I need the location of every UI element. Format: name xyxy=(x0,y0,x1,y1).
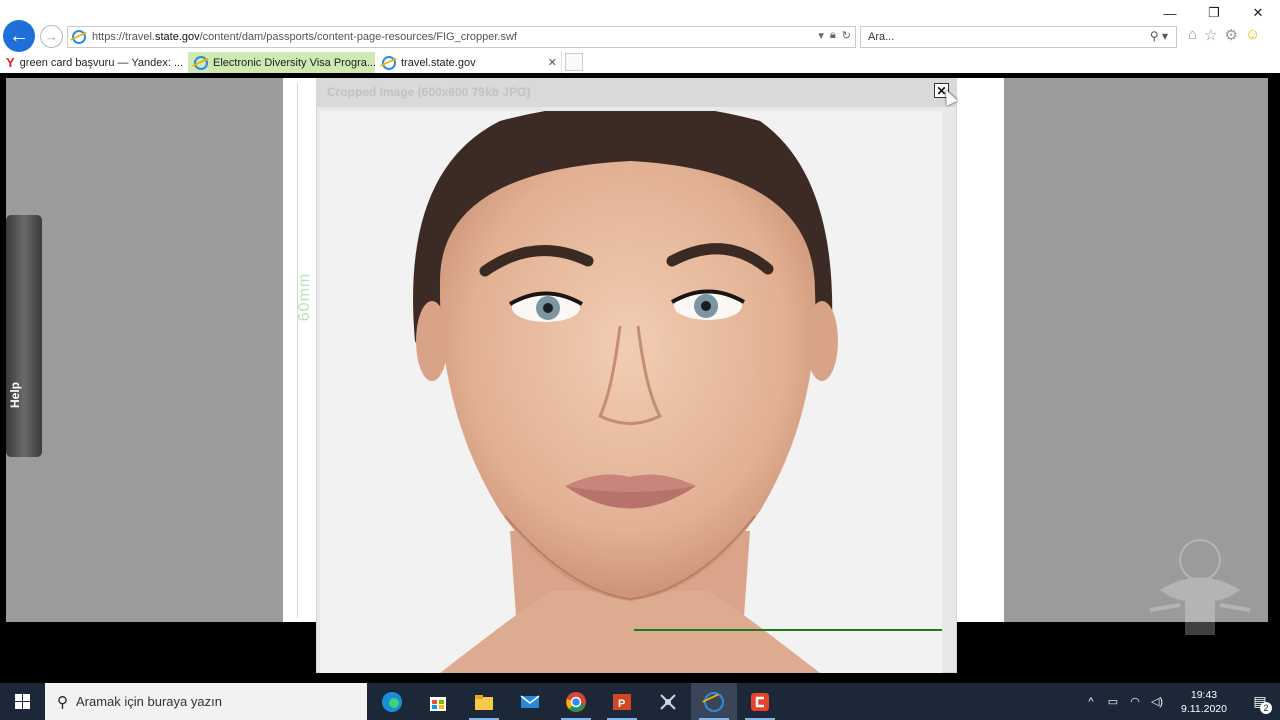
volume-icon[interactable]: ◁) xyxy=(1146,695,1168,708)
yandex-icon: Y xyxy=(6,55,15,70)
store-icon[interactable] xyxy=(415,683,461,720)
help-label[interactable]: Help xyxy=(8,382,22,408)
feedback-smiley-icon[interactable]: ☺ xyxy=(1245,26,1260,44)
cropped-image-dialog: Cropped Image (600x600 79kb JPG) ✕ xyxy=(316,78,958,673)
refresh-icon[interactable]: ↻ xyxy=(842,29,851,42)
close-window-icon[interactable]: ✕ xyxy=(1236,3,1280,23)
svg-text:P: P xyxy=(618,698,625,710)
ie-icon xyxy=(72,30,86,44)
ruler xyxy=(297,83,299,618)
tab-bar: Y green card başvuru — Yandex: ... Elect… xyxy=(0,52,1280,73)
taskbar-search[interactable]: ⚲ Aramak için buraya yazın xyxy=(45,683,367,720)
settings-gear-icon[interactable]: ⚙ xyxy=(1225,26,1238,44)
close-tab-icon[interactable]: ✕ xyxy=(548,56,557,69)
ie-icon xyxy=(194,55,208,70)
browser-toolbar: ⌂ ☆ ⚙ ☺ xyxy=(1188,26,1260,44)
arrow-left-icon: ← xyxy=(9,24,29,47)
favorites-star-icon[interactable]: ☆ xyxy=(1204,26,1217,44)
dropdown-icon[interactable]: ▾ xyxy=(818,29,824,42)
minimize-icon[interactable]: — xyxy=(1148,3,1192,23)
chrome-icon[interactable] xyxy=(553,683,599,720)
page-content: 60mm Help Cropped Image (600x600 79kb JP… xyxy=(0,73,1280,683)
tab-travel-state[interactable]: travel.state.gov ✕ xyxy=(376,52,562,73)
search-icon[interactable]: ⚲ ▾ xyxy=(1150,29,1168,43)
camtasia-icon[interactable] xyxy=(737,683,783,720)
url-prefix: https://travel. xyxy=(92,31,155,43)
url-text: https://travel.state.gov/content/dam/pas… xyxy=(92,31,517,43)
tab-yandex[interactable]: Y green card başvuru — Yandex: ... xyxy=(0,52,187,73)
dialog-title: Cropped Image (600x600 79kb JPG) xyxy=(327,85,531,99)
powerpoint-icon[interactable]: P xyxy=(599,683,645,720)
wifi-icon[interactable]: ◠ xyxy=(1124,695,1146,708)
forward-button[interactable]: → xyxy=(40,25,63,48)
back-button[interactable]: ← xyxy=(3,20,35,52)
windows-logo-icon xyxy=(15,694,30,709)
state-department-seal-icon xyxy=(1149,539,1251,635)
ie-icon xyxy=(382,55,396,70)
cropped-photo xyxy=(320,111,942,673)
battery-icon[interactable]: ▭ xyxy=(1102,695,1124,708)
ruler-label: 60mm xyxy=(296,272,314,322)
taskbar-apps: P xyxy=(369,683,783,720)
mail-icon[interactable] xyxy=(507,683,553,720)
dialog-header: Cropped Image (600x600 79kb JPG) ✕ xyxy=(317,79,958,107)
mouse-cursor-icon xyxy=(940,87,958,106)
address-controls: ▾ 🔒︎ ↻ xyxy=(818,29,851,42)
tab-label: green card başvuru — Yandex: ... xyxy=(19,56,184,69)
new-tab-button[interactable] xyxy=(565,53,583,71)
chevron-up-icon[interactable]: ^ xyxy=(1080,696,1102,708)
chin-guide-line xyxy=(634,629,942,631)
clock-time: 19:43 xyxy=(1190,688,1218,701)
snipping-tool-icon[interactable] xyxy=(645,683,691,720)
notification-count: 2 xyxy=(1260,702,1272,714)
clock[interactable]: 19:43 9.11.2020 xyxy=(1168,688,1240,716)
tab-diversity-visa[interactable]: Electronic Diversity Visa Progra... xyxy=(188,52,375,73)
address-bar[interactable]: https://travel.state.gov/content/dam/pas… xyxy=(67,26,856,48)
browser-titlebar: — ❐ ✕ ← → https://travel.state.gov/conte… xyxy=(0,0,1280,52)
file-explorer-icon[interactable] xyxy=(461,683,507,720)
restore-icon[interactable]: ❐ xyxy=(1192,3,1236,23)
clock-date: 9.11.2020 xyxy=(1181,702,1227,715)
start-button[interactable] xyxy=(0,683,45,720)
arrow-right-icon: → xyxy=(45,29,58,44)
system-tray: ^ ▭ ◠ ◁) 19:43 9.11.2020 ▤ 2 xyxy=(1080,683,1280,720)
face-portrait xyxy=(320,111,942,673)
search-icon: ⚲ xyxy=(57,693,68,711)
lock-icon[interactable]: 🔒︎ xyxy=(830,29,836,42)
search-box[interactable]: Ara... ⚲ ▾ xyxy=(860,26,1177,48)
internet-explorer-icon[interactable] xyxy=(691,683,737,720)
search-input[interactable]: Ara... xyxy=(868,31,894,43)
ie-icon xyxy=(704,691,724,712)
left-backdrop xyxy=(6,78,283,622)
tab-label: travel.state.gov xyxy=(401,56,476,69)
home-icon[interactable]: ⌂ xyxy=(1188,26,1197,44)
window-controls: — ❐ ✕ xyxy=(1148,3,1280,23)
taskbar: ⚲ Aramak için buraya yazın P ^ ▭ ◠ ◁) 19… xyxy=(0,683,1280,720)
notifications-button[interactable]: ▤ 2 xyxy=(1240,693,1280,714)
help-tab[interactable] xyxy=(6,215,42,457)
url-domain: state.gov xyxy=(154,31,200,43)
url-path: /content/dam/passports/content-page-reso… xyxy=(199,31,517,43)
edge-icon[interactable] xyxy=(369,683,415,720)
tab-label: Electronic Diversity Visa Progra... xyxy=(213,56,375,69)
taskbar-search-input[interactable]: Aramak için buraya yazın xyxy=(76,694,222,709)
